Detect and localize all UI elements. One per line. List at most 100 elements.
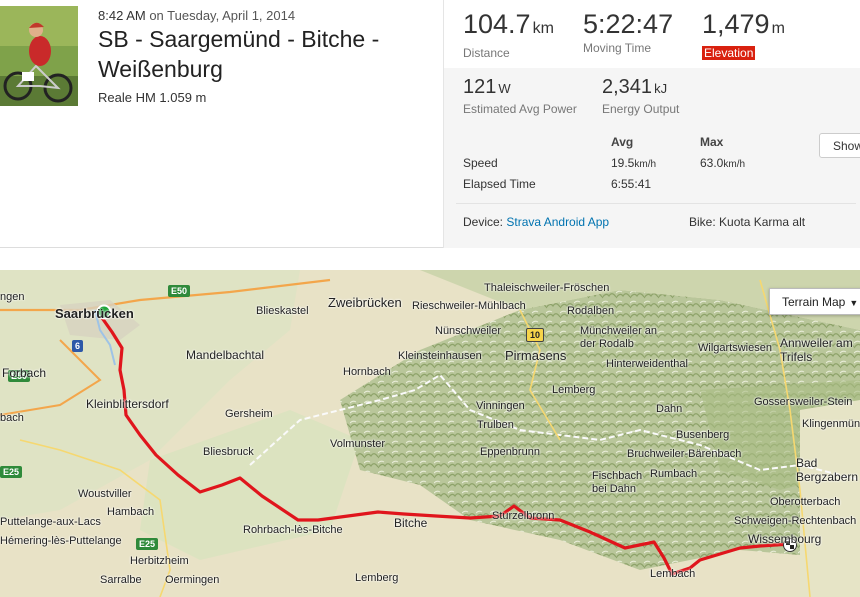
moving-time-label: Moving Time (583, 41, 652, 55)
show-more-button[interactable]: Show (819, 133, 860, 158)
place-eppenbrunn: Eppenbrunn (480, 446, 540, 458)
place-lemberg-south: Lemberg (355, 572, 399, 584)
bike-value: Kuota Karma alt (719, 215, 806, 229)
place-hambach: Hambach (107, 506, 155, 518)
activity-stats: 104.7 km Distance 5:22:47 Moving Time 1,4… (443, 0, 860, 248)
route-map[interactable]: E50 6 E50 E25 10 E25 Saarbrücken ngen Fo… (0, 270, 860, 597)
activity-title: SB - Saargemünd - Bitche - Weißenburg (98, 26, 380, 82)
place-oermingen: Oermingen (165, 574, 220, 586)
device-link[interactable]: Strava Android App (506, 215, 609, 229)
place-hornbach: Hornbach (343, 366, 391, 378)
place-sturzelbronn: Sturzelbronn (492, 510, 555, 522)
activity-datetime: 8:42 AM on Tuesday, April 1, 2014 (98, 8, 295, 23)
elevation-value: 1,479 (702, 9, 770, 39)
place-vinningen: Vinningen (476, 400, 525, 412)
energy-label: Energy Output (602, 102, 680, 116)
place-rieschweiler: Rieschweiler-Mühlbach (412, 300, 526, 312)
place-muenchweiler: Münchweiler an der Rodalb (580, 325, 658, 350)
place-volmunster: Volmunster (330, 438, 386, 450)
energy-value: 2,341 (602, 76, 653, 98)
activity-summary: 8:42 AM on Tuesday, April 1, 2014 SB - S… (0, 0, 442, 248)
place-rodalben: Rodalben (567, 305, 615, 317)
power-label: Estimated Avg Power (463, 102, 577, 116)
distance-label: Distance (463, 46, 510, 60)
place-kleinblittersdorf: Kleinblittersdorf (86, 397, 169, 411)
elapsed-time-value: 6:55:41 (611, 177, 652, 191)
device-info: Device: Strava Android App (463, 215, 609, 229)
place-lembach: Lembach (650, 568, 696, 580)
speed-max-unit: km/h (723, 159, 746, 170)
place-bitche: Bitche (394, 516, 428, 530)
elevation-unit: m (771, 20, 785, 37)
stat-elevation: 1,479 m Elevation (702, 9, 785, 60)
map-type-dropdown[interactable]: Terrain Map ▼ (769, 288, 860, 315)
stat-moving-time: 5:22:47 Moving Time (583, 9, 673, 55)
place-ngen: ngen (0, 291, 25, 303)
place-hemering: Hémering-lès-Puttelange (0, 535, 122, 547)
speed-avg: 19.5km/h (611, 156, 656, 170)
place-lemberg-north: Lemberg (552, 384, 596, 396)
place-wilgartswiesen: Wilgartswiesen (698, 342, 772, 354)
place-bad-bergzabern: Bad Bergzabern (796, 456, 859, 484)
place-pirmasens: Pirmasens (505, 348, 567, 363)
place-puttelange: Puttelange-aux-Lacs (0, 516, 101, 528)
energy-unit: kJ (654, 81, 668, 96)
divider (456, 203, 856, 204)
road-shield-e25-south: E25 (136, 538, 159, 550)
place-saarbruecken: Saarbrücken (55, 306, 134, 321)
place-schweigen: Schweigen-Rechtenbach (734, 515, 857, 527)
place-wissembourg: Wissembourg (748, 532, 822, 546)
speed-label: Speed (463, 156, 498, 170)
road-shield-10: 10 (526, 328, 545, 342)
place-rumbach: Rumbach (650, 468, 698, 480)
place-sarralbe: Sarralbe (100, 574, 142, 586)
place-herbitzheim: Herbitzheim (130, 555, 189, 567)
bike-label: Bike: (689, 215, 716, 229)
distance-value: 104.7 (463, 9, 531, 39)
place-bach: bach (0, 412, 24, 424)
place-bruchweiler: Bruchweiler-Bärenbach (627, 448, 742, 460)
speed-max: 63.0km/h (700, 156, 745, 170)
place-hinterweidenthal: Hinterweidenthal (606, 358, 688, 370)
speed-max-value: 63.0 (700, 156, 724, 170)
place-bliesbruck: Bliesbruck (203, 446, 254, 458)
place-forbach: Forbach (2, 366, 47, 380)
speed-avg-unit: km/h (634, 159, 657, 170)
place-woustviller: Woustviller (78, 488, 132, 500)
stat-energy: 2,341 kJ Energy Output (602, 76, 679, 116)
place-annweiler: Annweiler am Trifels (780, 336, 853, 364)
place-nuenschweiler: Nünschweiler (435, 325, 502, 337)
place-fischbach: Fischbach bei Dahn (592, 470, 643, 495)
place-mandelbachtal: Mandelbachtal (186, 348, 265, 362)
road-shield-6: 6 (72, 340, 84, 352)
place-busenberg: Busenberg (676, 429, 730, 441)
activity-description: Reale HM 1.059 m (98, 90, 207, 105)
place-klingenmuenster: Klingenmünster (802, 418, 860, 430)
speed-avg-value: 19.5 (611, 156, 635, 170)
distance-unit: km (532, 20, 554, 37)
bike-info: Bike: Kuota Karma alt (689, 215, 805, 229)
road-shield-e50: E50 (168, 285, 191, 297)
place-thaleischweiler: Thaleischweiler-Fröschen (484, 282, 610, 294)
device-label: Device: (463, 215, 504, 229)
activity-date: on Tuesday, April 1, 2014 (149, 8, 296, 23)
place-rohrbach: Rohrbach-lès-Bitche (243, 524, 343, 536)
elapsed-time-label: Elapsed Time (463, 177, 536, 191)
chevron-down-icon: ▼ (849, 298, 859, 308)
place-zweibruecken: Zweibrücken (328, 295, 402, 310)
place-gossersweiler: Gossersweiler-Stein (754, 396, 853, 408)
place-kleinsteinhausen: Kleinsteinhausen (398, 350, 482, 362)
avatar[interactable] (0, 6, 78, 106)
place-trulben: Trulben (477, 419, 514, 431)
stat-distance: 104.7 km Distance (463, 9, 554, 60)
activity-header: 8:42 AM on Tuesday, April 1, 2014 SB - S… (0, 0, 860, 248)
avg-column-header: Avg (611, 135, 634, 149)
road-shield-e25: E25 (0, 466, 23, 478)
stat-power: 121 W Estimated Avg Power (463, 76, 577, 116)
place-oberotterbach: Oberotterbach (770, 496, 841, 508)
place-gersheim: Gersheim (225, 408, 273, 420)
power-value: 121 (463, 76, 497, 98)
elevation-label[interactable]: Elevation (702, 46, 756, 60)
moving-time-value: 5:22:47 (583, 9, 674, 39)
map-type-label: Terrain Map (782, 295, 846, 309)
